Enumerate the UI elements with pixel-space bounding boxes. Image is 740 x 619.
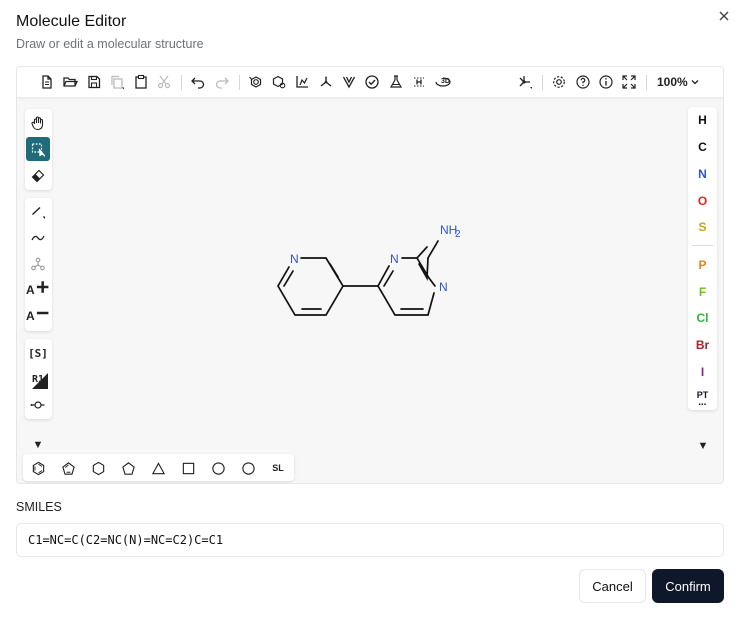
top-toolbar: 3D 100% xyxy=(17,67,723,98)
select-icon[interactable] xyxy=(26,137,50,161)
submenu-corner-icon xyxy=(32,373,48,389)
new-file-icon[interactable] xyxy=(37,72,57,92)
zoom-select[interactable]: 100% xyxy=(657,75,700,89)
molecule-editor-dialog: Molecule Editor Draw or edit a molecular… xyxy=(0,0,740,619)
copy-icon[interactable] xyxy=(107,72,127,92)
cyclopentadiene-icon[interactable] xyxy=(57,457,79,479)
check-icon[interactable] xyxy=(362,72,382,92)
element-n[interactable]: N xyxy=(688,163,717,185)
help-icon[interactable] xyxy=(573,72,593,92)
toolbar-divider xyxy=(542,75,543,90)
cyclopropane-icon[interactable] xyxy=(147,457,169,479)
palette-divider xyxy=(692,245,713,246)
ring-templates-panel: SL xyxy=(23,454,294,481)
element-palette: H C N O S P F Cl Br I PT ▪▪▪ xyxy=(688,107,717,410)
clean-icon[interactable] xyxy=(316,72,336,92)
element-i[interactable]: I xyxy=(688,361,717,383)
aromatize-icon[interactable] xyxy=(246,72,266,92)
left-toolbar-group-3: [S] R1 xyxy=(25,339,52,419)
benzene-icon[interactable] xyxy=(27,457,49,479)
chevron-down-icon xyxy=(691,80,699,85)
toolbar-divider xyxy=(239,75,240,90)
structure-library-button[interactable]: SL xyxy=(267,457,289,479)
zoom-value: 100% xyxy=(657,75,688,89)
confirm-button[interactable]: Confirm xyxy=(652,569,724,603)
element-f[interactable]: F xyxy=(688,281,717,303)
element-br[interactable]: Br xyxy=(688,334,717,356)
info-icon[interactable] xyxy=(596,72,616,92)
dialog-subtitle: Draw or edit a molecular structure xyxy=(16,37,204,51)
left-panel-scroll-down-icon[interactable]: ▼ xyxy=(31,439,45,451)
pyridine-double-bond xyxy=(329,263,339,278)
cycloheptane-icon[interactable] xyxy=(207,457,229,479)
periodic-table-button[interactable]: PT ▪▪▪ xyxy=(688,387,717,409)
atom-n1: N xyxy=(290,252,299,266)
redo-icon[interactable] xyxy=(212,72,232,92)
editor-area: N N N N H 2 3D 100% A A [S] R1 ▼ H C N O … xyxy=(16,66,724,484)
plus-icon xyxy=(36,280,49,293)
pyridine-ring-bonds xyxy=(277,257,344,316)
dearomatize-icon[interactable] xyxy=(269,72,289,92)
element-s[interactable]: S xyxy=(688,216,717,238)
explicit-hydrogens-icon[interactable] xyxy=(409,72,429,92)
charge-plus-label: A xyxy=(26,283,35,297)
drawing-canvas[interactable]: N N N N H 2 xyxy=(17,67,723,484)
charge-minus-label: A xyxy=(26,309,35,323)
smiles-input[interactable]: C1=NC=C(C2=NC(N)=NC=C2)C=C1 xyxy=(16,523,724,557)
minus-icon xyxy=(36,311,49,314)
amine-bond xyxy=(427,240,439,259)
periodic-table-label: PT xyxy=(696,390,709,400)
chain-icon[interactable] xyxy=(26,226,50,250)
cyclooctane-icon[interactable] xyxy=(237,457,259,479)
paste-icon[interactable] xyxy=(131,72,151,92)
atom-n3: N xyxy=(439,280,448,294)
left-toolbar-group-1 xyxy=(25,109,52,190)
rgroup-tool[interactable]: R1 xyxy=(26,367,50,391)
undo-icon[interactable] xyxy=(188,72,208,92)
atom-n2: N xyxy=(390,252,399,266)
element-p[interactable]: P xyxy=(688,254,717,276)
template-icon[interactable] xyxy=(515,72,535,92)
cut-icon[interactable] xyxy=(154,72,174,92)
sgroup-tool[interactable]: [S] xyxy=(26,341,50,365)
eraser-icon[interactable] xyxy=(26,164,50,188)
left-toolbar-group-2: A A xyxy=(25,198,52,331)
cyclobutane-icon[interactable] xyxy=(177,457,199,479)
periodic-table-icon: ▪▪▪ xyxy=(698,402,707,408)
stereo-icon[interactable] xyxy=(339,72,359,92)
cyclopentane-icon[interactable] xyxy=(117,457,139,479)
dialog-title: Molecule Editor xyxy=(16,13,127,30)
element-c[interactable]: C xyxy=(688,136,717,158)
pyrimidine-bond xyxy=(428,277,436,287)
layout-icon[interactable] xyxy=(292,72,312,92)
sgroup-label: [S] xyxy=(28,346,48,360)
attachment-point-icon[interactable] xyxy=(26,393,50,417)
toolbar-divider xyxy=(181,75,182,90)
cancel-button[interactable]: Cancel xyxy=(579,569,646,603)
element-o[interactable]: O xyxy=(688,190,717,212)
3d-view-icon[interactable]: 3D xyxy=(431,72,455,92)
charge-plus-icon[interactable]: A xyxy=(26,278,50,302)
cyclohexane-icon[interactable] xyxy=(87,457,109,479)
smiles-label: SMILES xyxy=(16,500,62,514)
settings-icon[interactable] xyxy=(549,72,569,92)
toolbar-divider xyxy=(646,75,647,90)
open-folder-icon[interactable] xyxy=(60,72,80,92)
right-panel-scroll-down-icon[interactable]: ▼ xyxy=(696,440,710,452)
fullscreen-icon[interactable] xyxy=(619,72,639,92)
calculate-icon[interactable] xyxy=(386,72,406,92)
save-icon[interactable] xyxy=(84,72,104,92)
hand-icon[interactable] xyxy=(26,111,50,135)
element-cl[interactable]: Cl xyxy=(688,307,717,329)
atom-amine-subscript: 2 xyxy=(455,229,461,240)
atom-icon[interactable] xyxy=(26,252,50,276)
element-h[interactable]: H xyxy=(688,109,717,131)
charge-minus-icon[interactable]: A xyxy=(26,304,50,328)
structure-library-label: SL xyxy=(272,463,284,473)
svg-text:3D: 3D xyxy=(441,78,450,85)
close-icon[interactable] xyxy=(716,8,732,24)
bond-icon[interactable] xyxy=(26,200,50,224)
